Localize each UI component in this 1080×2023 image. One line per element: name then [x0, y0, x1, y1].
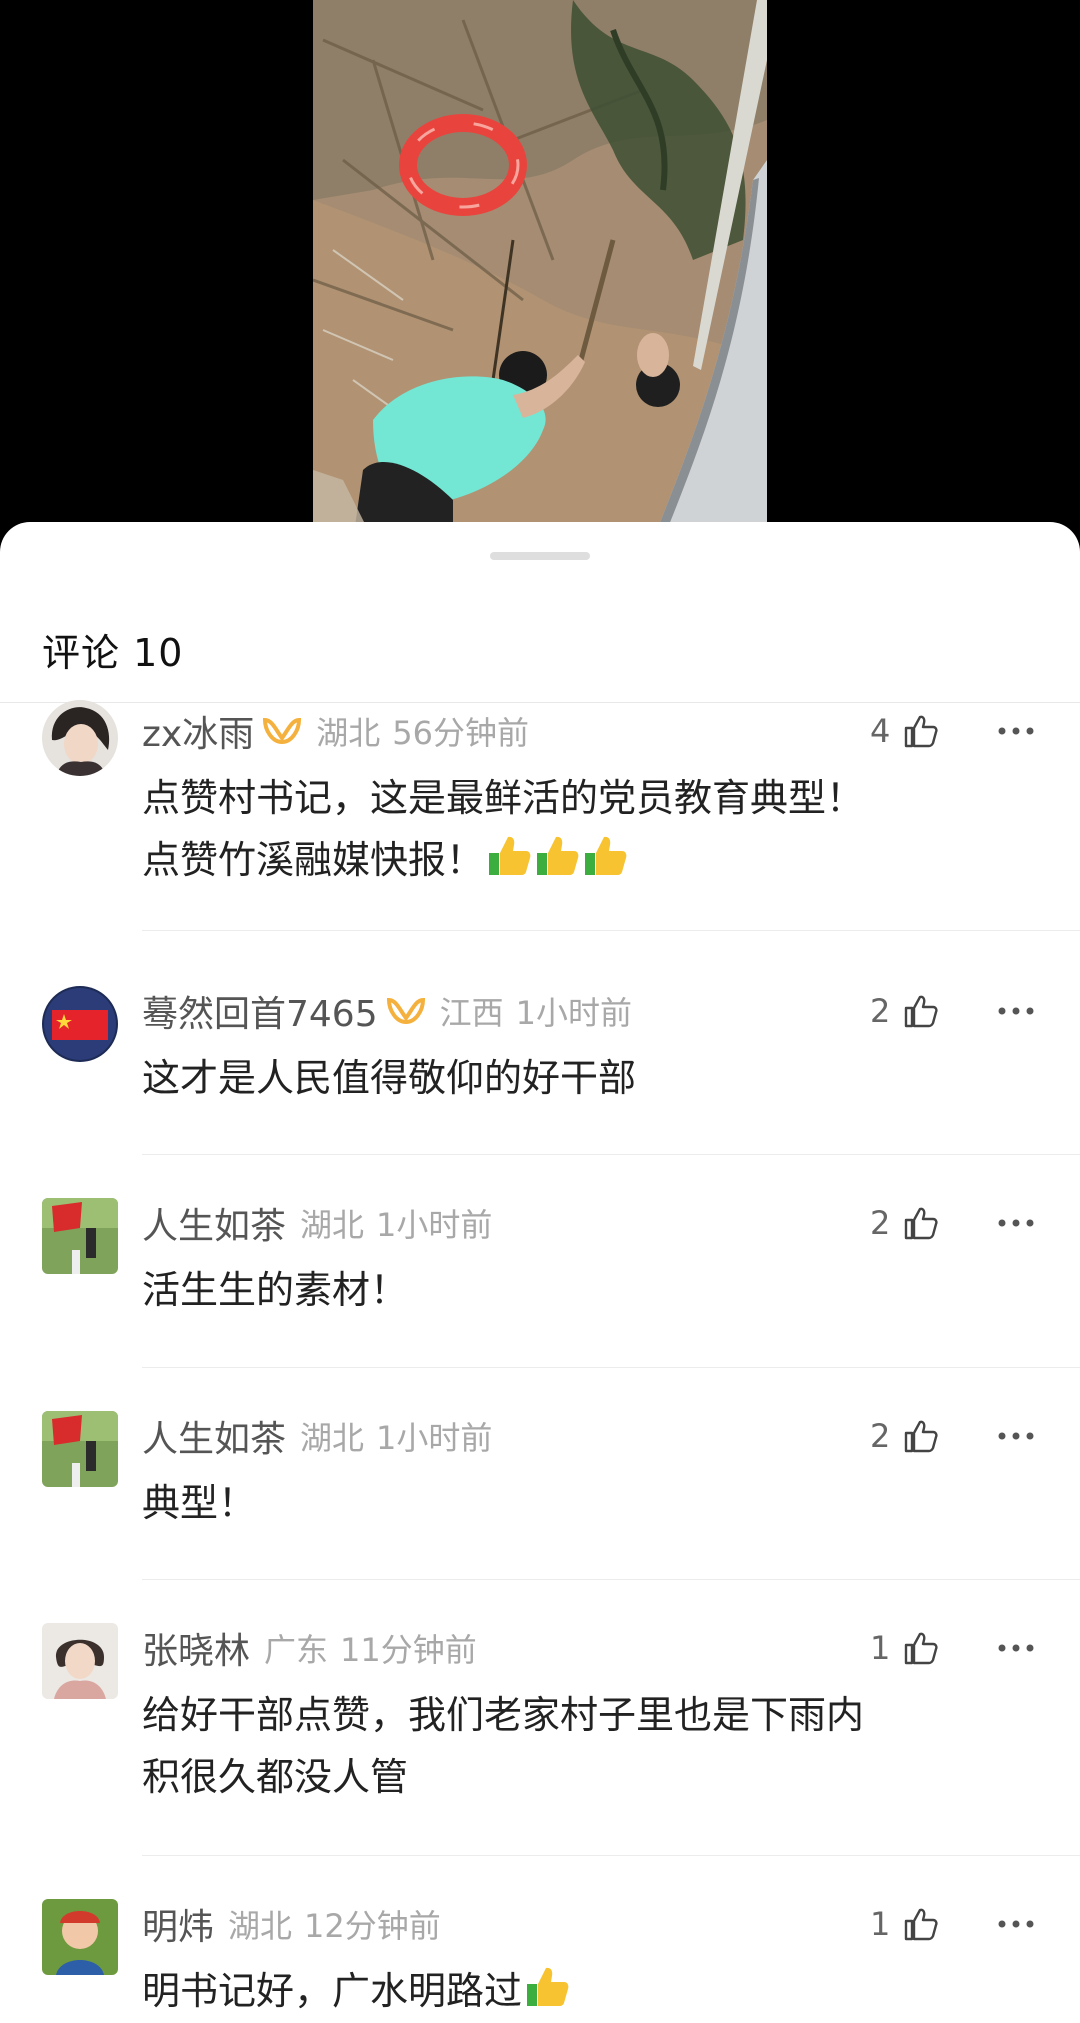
- comment-divider: [142, 1579, 1080, 1580]
- avatar[interactable]: [42, 700, 118, 776]
- thumbs-up-icon[interactable]: [900, 1628, 940, 1668]
- username[interactable]: 人生如茶: [142, 1410, 286, 1462]
- comment-text-line: 典型！: [142, 1472, 256, 1534]
- avatar[interactable]: [42, 1411, 118, 1487]
- thumbs-up-icon[interactable]: [900, 1416, 940, 1456]
- comment-meta: 蓦然回首7465 江西 1小时前: [142, 986, 632, 1036]
- thumbs-up-emoji-icon: [585, 836, 627, 875]
- region: 湖北: [300, 1206, 365, 1244]
- thumbs-up-icon[interactable]: [900, 711, 940, 751]
- avatar-image: [42, 986, 118, 1062]
- comment-meta: 人生如茶 湖北 1小时前: [142, 1411, 492, 1461]
- vip-badge-icon: [263, 717, 302, 745]
- sheet-drag-handle[interactable]: [490, 552, 590, 560]
- avatar[interactable]: [42, 1899, 118, 1975]
- username[interactable]: 明炜: [142, 1898, 214, 1950]
- timestamp: 1小时前: [376, 1419, 493, 1457]
- comment-text-line: 明书记好，广水明路过: [142, 1960, 570, 2022]
- more-options-icon[interactable]: [994, 1899, 1038, 1949]
- comment-text: 给好干部点赞，我们老家村子里也是下雨内: [142, 1693, 865, 1737]
- like-count: 2: [870, 992, 891, 1030]
- avatar[interactable]: [42, 986, 118, 1062]
- like-count: 2: [870, 1417, 891, 1455]
- thumbs-up-emoji-icon: [527, 1967, 569, 2006]
- header-divider: [0, 702, 1080, 703]
- like-button[interactable]: 2: [870, 986, 940, 1036]
- avatar-image: [42, 700, 118, 776]
- video-player[interactable]: [0, 0, 1080, 540]
- like-button[interactable]: 1: [870, 1899, 940, 1949]
- comment-meta: zx冰雨 湖北 56分钟前: [142, 706, 529, 756]
- comment-text-line: 给好干部点赞，我们老家村子里也是下雨内: [142, 1684, 864, 1746]
- thumbs-up-icon[interactable]: [900, 991, 940, 1031]
- more-options-icon[interactable]: [994, 986, 1038, 1036]
- comment-meta: 人生如茶 湖北 1小时前: [142, 1198, 492, 1248]
- timestamp: 1小时前: [376, 1206, 493, 1244]
- thumbs-up-emoji-icon: [537, 836, 579, 875]
- avatar-image: [42, 1899, 118, 1975]
- comment-meta: 张晓林 广东 11分钟前: [142, 1623, 477, 1673]
- comment-text: 典型！: [142, 1481, 257, 1525]
- thumbs-up-icon[interactable]: [900, 1203, 940, 1243]
- username[interactable]: 蓦然回首7465: [142, 985, 378, 1037]
- comment-text: 活生生的素材！: [142, 1268, 409, 1312]
- thumbs-up-emoji-icon: [489, 836, 531, 875]
- comment-text: 明书记好，广水明路过: [142, 1969, 523, 2013]
- more-options-icon[interactable]: [994, 706, 1038, 756]
- username[interactable]: 张晓林: [142, 1622, 250, 1674]
- region: 江西: [439, 994, 504, 1032]
- like-count: 2: [870, 1204, 891, 1242]
- vip-badge-icon: [386, 997, 425, 1025]
- region: 湖北: [300, 1419, 365, 1457]
- like-button[interactable]: 2: [870, 1411, 940, 1461]
- avatar-image: [42, 1411, 118, 1487]
- avatar-image: [42, 1623, 118, 1699]
- thumbs-up-icon[interactable]: [900, 1904, 940, 1944]
- like-count: 1: [870, 1629, 891, 1667]
- timestamp: 1小时前: [515, 994, 633, 1032]
- region: 湖北: [316, 714, 381, 752]
- comment-text: 点赞竹溪融媒快报！: [142, 838, 485, 882]
- like-button[interactable]: 1: [870, 1623, 940, 1673]
- video-scene-image: [313, 0, 767, 540]
- timestamp: 56分钟前: [392, 714, 529, 752]
- comment-text: 积很久都没人管: [142, 1755, 409, 1799]
- comment-meta: 明炜 湖北 12分钟前: [142, 1899, 441, 1949]
- username[interactable]: zx冰雨: [142, 705, 254, 757]
- comment-divider: [142, 1154, 1080, 1155]
- like-count: 1: [870, 1905, 891, 1943]
- comments-title: 评论 10: [42, 631, 184, 675]
- comments-sheet: 评论 10 zx冰雨 湖北 56分钟前 4 点赞村书记，这是最鲜活的党员教育典型…: [0, 522, 1080, 2023]
- comment-text-line: 点赞村书记，这是最鲜活的党员教育典型！: [142, 776, 865, 820]
- more-options-icon[interactable]: [994, 1198, 1038, 1248]
- comment-divider: [142, 1855, 1080, 1856]
- video-frame[interactable]: [313, 0, 767, 540]
- more-options-icon[interactable]: [994, 1623, 1038, 1673]
- like-count: 4: [870, 712, 891, 750]
- comment-text-line-2: 点赞竹溪融媒快报！: [142, 829, 628, 891]
- avatar[interactable]: [42, 1623, 118, 1699]
- region: 湖北: [228, 1907, 293, 1945]
- like-button[interactable]: 2: [870, 1198, 940, 1248]
- comment-divider: [142, 930, 1080, 931]
- avatar-image: [42, 1198, 118, 1274]
- region: 广东: [264, 1631, 329, 1669]
- comment-text-line: 活生生的素材！: [142, 1259, 408, 1321]
- more-options-icon[interactable]: [994, 1411, 1038, 1461]
- avatar[interactable]: [42, 1198, 118, 1274]
- comment-divider: [142, 1367, 1080, 1368]
- username[interactable]: 人生如茶: [142, 1197, 286, 1249]
- comment-text: 这才是人民值得敬仰的好干部: [142, 1056, 637, 1100]
- comment-text-line: 积很久都没人管: [142, 1746, 408, 1808]
- comment-text-line: 这才是人民值得敬仰的好干部: [142, 1047, 636, 1109]
- timestamp: 12分钟前: [304, 1907, 441, 1945]
- timestamp: 11分钟前: [340, 1631, 477, 1669]
- like-button[interactable]: 4: [870, 706, 940, 756]
